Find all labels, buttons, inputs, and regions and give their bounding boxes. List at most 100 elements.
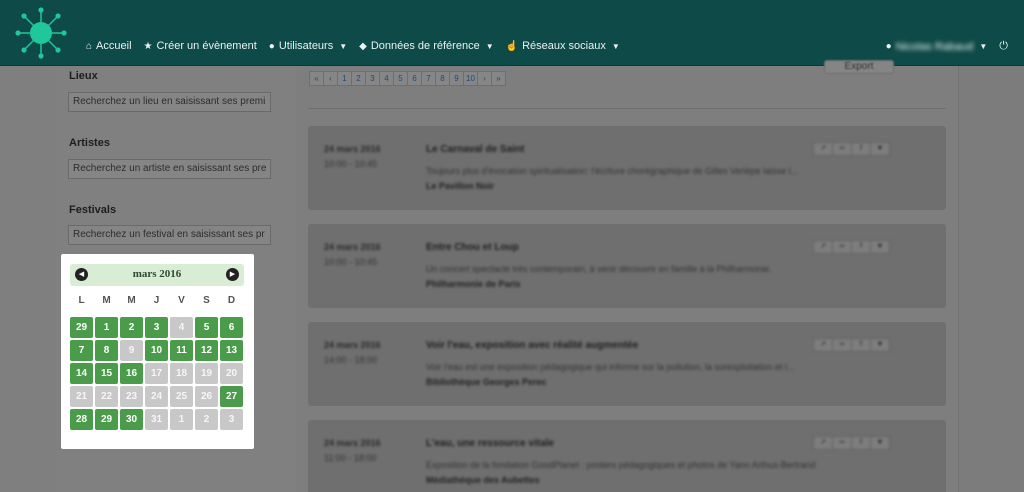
event-action-button[interactable]: ↗: [813, 338, 833, 352]
calendar-day-empty[interactable]: 3: [220, 409, 243, 430]
event-action-button[interactable]: ↗: [813, 142, 833, 156]
event-action-button[interactable]: f: [851, 436, 871, 450]
user-dropdown[interactable]: ● Nicolas Rabaud ▼: [886, 41, 988, 53]
event-venue: Le Pavillon Noir: [426, 181, 495, 191]
pagination-item[interactable]: 6: [407, 71, 422, 86]
event-action-button[interactable]: ▼: [870, 338, 890, 352]
calendar-day-with-events[interactable]: 15: [95, 363, 118, 384]
weekday-label: V: [178, 295, 185, 306]
event-action-button[interactable]: ═: [832, 240, 852, 254]
calendar-day-empty[interactable]: 17: [145, 363, 168, 384]
pagination-item[interactable]: 1: [337, 71, 352, 86]
calendar-day-empty[interactable]: 24: [145, 386, 168, 407]
event-action-button[interactable]: ▼: [870, 436, 890, 450]
event-action-button[interactable]: ↗: [813, 240, 833, 254]
pagination-item[interactable]: «: [309, 71, 324, 86]
star-icon: ★: [143, 40, 153, 52]
calendar-day-with-events[interactable]: 3: [145, 317, 168, 338]
event-actions: ↗ ═ f ▼: [813, 338, 890, 352]
calendar-day-with-events[interactable]: 29: [95, 409, 118, 430]
calendar-day-empty[interactable]: 31: [145, 409, 168, 430]
calendar-day-with-events[interactable]: 12: [195, 340, 218, 361]
nav-donnees-reference[interactable]: ◆ Données de référence ▼: [359, 40, 493, 52]
weekday-label: L: [78, 295, 85, 306]
nav-creer-evenement[interactable]: ★ Créer un évènement: [144, 40, 257, 52]
calendar-day-empty[interactable]: 21: [70, 386, 93, 407]
pagination-item[interactable]: ‹: [323, 71, 338, 86]
calendar-day-empty[interactable]: 23: [120, 386, 143, 407]
pagination-item[interactable]: 3: [365, 71, 380, 86]
calendar-day-with-events[interactable]: 6: [220, 317, 243, 338]
chevron-right-icon[interactable]: ▶: [226, 268, 239, 281]
event-action-button[interactable]: ↗: [813, 436, 833, 450]
calendar-day-empty[interactable]: 4: [170, 317, 193, 338]
event-card[interactable]: 24 mars 2016 10:00 - 10:45 Entre Chou et L…: [308, 224, 946, 308]
home-icon: ⌂: [86, 40, 93, 52]
calendar-day-with-events[interactable]: 27: [220, 386, 243, 407]
calendar-month-title: mars 2016: [132, 268, 182, 280]
calendar-day-with-events[interactable]: 14: [70, 363, 93, 384]
nav-accueil[interactable]: ⌂ Accueil: [86, 40, 132, 52]
pagination-item[interactable]: 7: [421, 71, 436, 86]
calendar-day-empty[interactable]: 20: [220, 363, 243, 384]
export-button[interactable]: Export: [824, 60, 894, 74]
calendar-day-with-events[interactable]: 10: [145, 340, 168, 361]
calendar-day-with-events[interactable]: 29: [70, 317, 93, 338]
calendar-day-with-events[interactable]: 1: [95, 317, 118, 338]
divider: [308, 108, 946, 109]
calendar-day-empty[interactable]: 26: [195, 386, 218, 407]
event-card[interactable]: 24 mars 2016 10:00 - 10:45 Le Carnaval de …: [308, 126, 946, 210]
event-action-button[interactable]: ═: [832, 142, 852, 156]
lieux-search-input[interactable]: Recherchez un lieu en saisissant ses pre…: [68, 92, 271, 112]
event-action-button[interactable]: ▼: [870, 240, 890, 254]
calendar-day-with-events[interactable]: 28: [70, 409, 93, 430]
pagination-item[interactable]: 10: [463, 71, 478, 86]
event-action-button[interactable]: f: [851, 338, 871, 352]
pagination-item[interactable]: 9: [449, 71, 464, 86]
tag-icon: ◆: [359, 40, 367, 52]
calendar-day-empty[interactable]: 2: [195, 409, 218, 430]
calendar-day-empty[interactable]: 25: [170, 386, 193, 407]
event-card[interactable]: 24 mars 2016 14:00 - 18:00 Voir l'eau, exp…: [308, 322, 946, 406]
pagination-item[interactable]: 8: [435, 71, 450, 86]
event-action-button[interactable]: f: [851, 142, 871, 156]
nav-reseaux-sociaux[interactable]: ☝ Réseaux sociaux ▼: [506, 40, 620, 52]
calendar-day-empty[interactable]: 1: [170, 409, 193, 430]
calendar-day-with-events[interactable]: 7: [70, 340, 93, 361]
calendar-day-with-events[interactable]: 16: [120, 363, 143, 384]
calendar-day-empty[interactable]: 18: [170, 363, 193, 384]
weekday-label: D: [227, 295, 236, 306]
calendar-day-empty[interactable]: 22: [95, 386, 118, 407]
calendar-day-with-events[interactable]: 8: [95, 340, 118, 361]
pagination-item[interactable]: 4: [379, 71, 394, 86]
pagination-item[interactable]: 5: [393, 71, 408, 86]
pagination-item[interactable]: 2: [351, 71, 366, 86]
artistes-search-input[interactable]: Recherchez un artiste en saisissant ses …: [68, 159, 271, 179]
event-action-button[interactable]: ═: [832, 436, 852, 450]
event-action-button[interactable]: f: [851, 240, 871, 254]
app-logo-icon[interactable]: [14, 6, 68, 60]
pagination-item[interactable]: ›: [477, 71, 492, 86]
calendar-day-with-events[interactable]: 30: [120, 409, 143, 430]
event-title: L'eau, une ressource vitale: [426, 438, 554, 449]
user-menu: ● Nicolas Rabaud ▼ ⏻: [886, 40, 1008, 53]
calendar-day-with-events[interactable]: 5: [195, 317, 218, 338]
calendar-day-empty[interactable]: 9: [120, 340, 143, 361]
calendar-day-with-events[interactable]: 13: [220, 340, 243, 361]
event-actions: ↗ ═ f ▼: [813, 436, 890, 450]
event-card[interactable]: 24 mars 2016 11:00 - 18:00 L'eau, une ress…: [308, 420, 946, 492]
event-action-button[interactable]: ▼: [870, 142, 890, 156]
event-action-button[interactable]: ═: [832, 338, 852, 352]
festivals-search-input[interactable]: Recherchez un festival en saisissant ses…: [68, 225, 271, 245]
calendar-day-empty[interactable]: 19: [195, 363, 218, 384]
calendar-day-with-events[interactable]: 2: [120, 317, 143, 338]
event-date: 24 mars 2016: [324, 438, 381, 448]
event-time: 14:00 - 18:00: [324, 355, 378, 365]
event-actions: ↗ ═ f ▼: [813, 240, 890, 254]
nav-utilisateurs[interactable]: ● Utilisateurs ▼: [269, 40, 347, 52]
power-icon[interactable]: ⏻: [999, 40, 1008, 53]
weekday-label: M: [127, 295, 136, 306]
weekday-label: J: [153, 295, 160, 306]
pagination-item[interactable]: »: [491, 71, 506, 86]
calendar-day-with-events[interactable]: 11: [170, 340, 193, 361]
